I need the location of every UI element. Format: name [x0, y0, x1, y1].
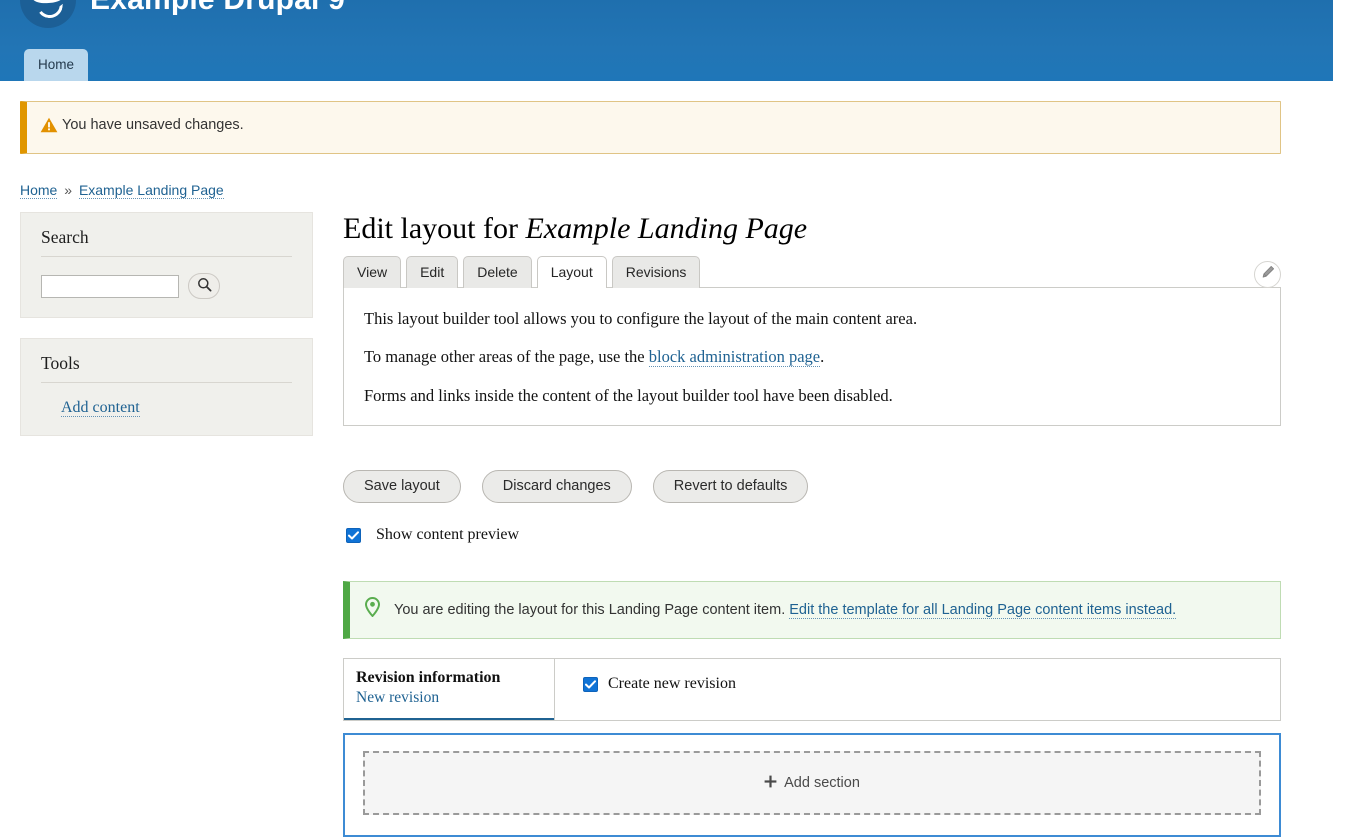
page-title: Edit layout for Example Landing Page — [343, 212, 1281, 245]
status-message-sentence: You are editing the layout for this Land… — [394, 601, 786, 618]
help-paragraph-1: This layout builder tool allows you to c… — [364, 308, 918, 328]
page-title-entity: Example Landing Page — [525, 212, 808, 245]
tab-layout[interactable]: Layout — [536, 256, 607, 288]
breadcrumb-item-current[interactable]: Example Landing Page — [78, 182, 224, 199]
vertical-tab-summary: New revision — [356, 689, 440, 707]
main-content: Edit layout for Example Landing Page Vie… — [313, 212, 1333, 837]
nav-item-home[interactable]: Home — [24, 48, 89, 81]
site-header: Example Drupal 9 Home — [0, 0, 1333, 81]
vertical-tab-revision-information[interactable]: Revision information New revision — [344, 659, 554, 721]
search-form — [41, 263, 292, 299]
vertical-tabs: Revision information New revision Create… — [343, 658, 1281, 722]
tab-edit[interactable]: Edit — [406, 256, 459, 288]
search-submit-button[interactable] — [188, 273, 220, 299]
checkmark-icon — [348, 531, 359, 540]
sidebar-first: Search Tools Add content — [20, 212, 313, 456]
tools-block-title: Tools — [41, 353, 292, 383]
search-block: Search — [20, 212, 313, 318]
map-pin-icon — [364, 597, 381, 622]
vertical-tabs-pane: Create new revision — [555, 659, 1280, 720]
plus-icon — [764, 775, 777, 792]
warning-triangle-icon — [40, 117, 62, 138]
breadcrumb-item-home[interactable]: Home — [20, 182, 58, 199]
block-administration-link[interactable]: block administration page — [648, 347, 821, 368]
help-paragraph-2-before: To manage other areas of the page, use t… — [364, 347, 649, 367]
drupal-logo-icon — [20, 0, 76, 28]
warning-message-text: You have unsaved changes. — [62, 117, 244, 133]
create-new-revision-row: Create new revision — [583, 675, 1262, 693]
site-branding[interactable]: Example Drupal 9 — [20, 0, 345, 28]
vertical-tabs-menu: Revision information New revision — [344, 659, 555, 721]
vertical-tab-title: Revision information — [356, 669, 501, 687]
list-item: Add content — [61, 399, 292, 417]
tools-list: Add content — [41, 389, 292, 417]
layout-builder-help: This layout builder tool allows you to c… — [343, 286, 1281, 427]
site-name: Example Drupal 9 — [90, 0, 345, 17]
help-paragraph-3: Forms and links inside the content of th… — [364, 385, 893, 405]
tools-link-add-content[interactable]: Add content — [61, 399, 140, 417]
add-section-label: Add section — [784, 775, 860, 792]
create-new-revision-checkbox[interactable] — [583, 676, 598, 692]
search-input[interactable] — [41, 274, 179, 298]
show-content-preview-label[interactable]: Show content preview — [376, 526, 519, 544]
breadcrumb-separator: » — [64, 182, 73, 198]
help-paragraph-2: To manage other areas of the page, use t… — [364, 346, 1260, 368]
page-body: You have unsaved changes. Home » Example… — [0, 81, 1333, 837]
add-section-button[interactable]: Add section — [363, 751, 1261, 816]
warning-message: You have unsaved changes. — [20, 101, 1281, 154]
show-content-preview-row: Show content preview — [343, 503, 1281, 544]
checkmark-icon — [585, 680, 596, 689]
layout-builder-region: Add section — [343, 733, 1281, 837]
status-message-text: You are editing the layout for this Land… — [394, 601, 1177, 619]
page-title-prefix: Edit layout for — [343, 212, 526, 245]
help-paragraph-2-after: . — [820, 347, 825, 367]
main-columns: Search Tools Add content Edit layout for… — [0, 198, 1333, 837]
status-message: You are editing the layout for this Land… — [343, 581, 1281, 640]
breadcrumb: Home » Example Landing Page — [0, 154, 1333, 199]
messages-region: You have unsaved changes. — [0, 81, 1333, 154]
search-block-title: Search — [41, 227, 292, 257]
add-section-label-wrap: Add section — [764, 775, 860, 792]
tab-view[interactable]: View — [343, 256, 402, 288]
contextual-links-button[interactable] — [1254, 261, 1281, 288]
edit-template-link[interactable]: Edit the template for all Landing Page c… — [789, 601, 1177, 619]
primary-navigation: Home — [24, 48, 89, 81]
tab-revisions[interactable]: Revisions — [611, 256, 701, 288]
search-icon — [197, 277, 212, 295]
primary-tabs: View Edit Delete Layout Revisions — [343, 256, 1281, 288]
layout-actions: Save layout Discard changes Revert to de… — [343, 426, 1281, 504]
show-content-preview-checkbox[interactable] — [346, 527, 361, 543]
tools-block: Tools Add content — [20, 338, 313, 436]
discard-changes-button[interactable]: Discard changes — [481, 470, 632, 504]
save-layout-button[interactable]: Save layout — [343, 470, 461, 504]
pencil-icon — [1261, 265, 1275, 284]
tabs-wrapper: View Edit Delete Layout Revisions This l… — [343, 256, 1281, 427]
tab-delete[interactable]: Delete — [463, 256, 532, 288]
revert-to-defaults-button[interactable]: Revert to defaults — [652, 470, 809, 504]
create-new-revision-label[interactable]: Create new revision — [608, 675, 736, 693]
